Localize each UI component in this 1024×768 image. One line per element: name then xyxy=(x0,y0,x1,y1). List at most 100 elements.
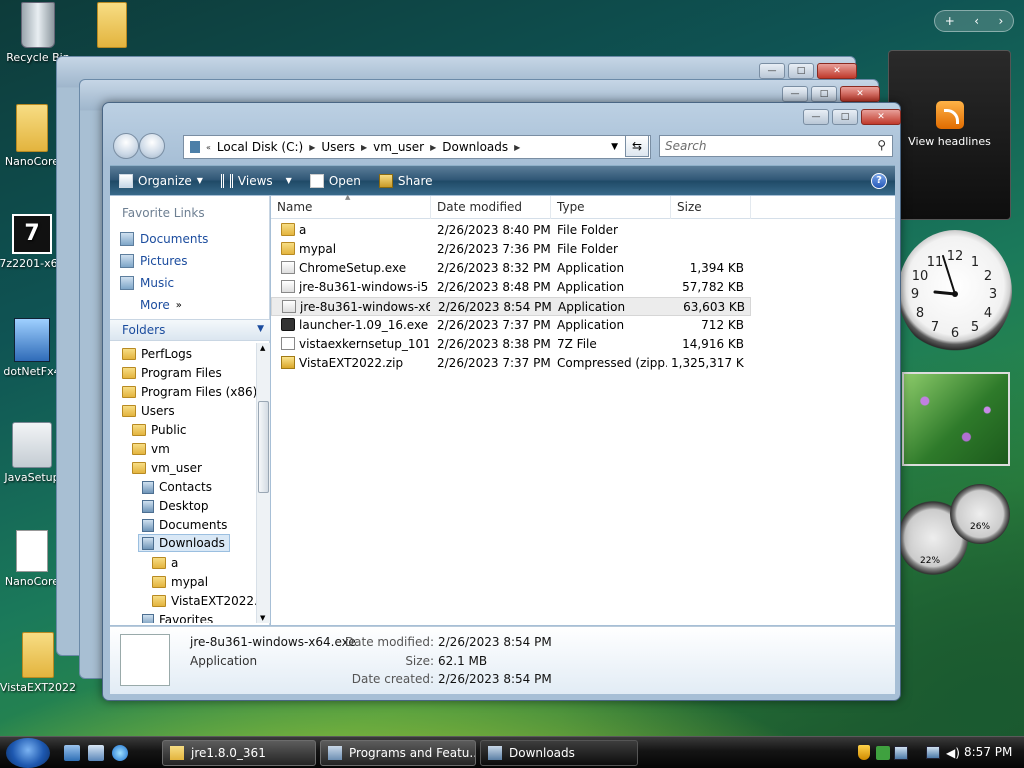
breadcrumb-item[interactable]: vm_user xyxy=(367,140,430,154)
slideshow-gadget[interactable] xyxy=(902,372,1010,466)
search-input[interactable]: Search ⚲ xyxy=(659,135,893,157)
clock-number: 3 xyxy=(989,287,997,302)
tree-item-program-files[interactable]: Program Files xyxy=(122,364,222,382)
column-header-size[interactable]: Size xyxy=(671,196,751,219)
file-row[interactable]: ChromeSetup.exe 2/26/2023 8:32 PM Applicat… xyxy=(271,259,751,278)
minimize-button[interactable]: — xyxy=(759,63,785,79)
scroll-down-icon[interactable]: ▼ xyxy=(260,614,265,622)
display-icon[interactable] xyxy=(926,746,940,759)
start-button[interactable] xyxy=(6,738,50,768)
clock-number: 1 xyxy=(971,255,979,270)
clock-number: 9 xyxy=(911,287,919,302)
desktop-icon-folder[interactable] xyxy=(70,2,154,51)
tree-item-vm-user[interactable]: vm_user xyxy=(132,459,202,477)
column-header-type[interactable]: Type xyxy=(551,196,671,219)
minimize-button[interactable]: — xyxy=(782,86,808,102)
file-type: Compressed (zipp... xyxy=(557,356,667,370)
tree-item-program-files-x86[interactable]: Program Files (x86) xyxy=(122,383,256,401)
favorite-link-documents[interactable]: Documents xyxy=(120,232,208,246)
help-icon[interactable]: ? xyxy=(871,173,887,189)
scroll-up-icon[interactable]: ▲ xyxy=(260,344,265,352)
file-row[interactable]: mypal 2/26/2023 7:36 PM File Folder xyxy=(271,240,751,259)
close-button[interactable]: ✕ xyxy=(817,63,857,79)
update-icon[interactable] xyxy=(876,746,890,760)
taskbar-item-programs[interactable]: Programs and Featu... xyxy=(320,740,476,766)
tree-item-favorites[interactable]: Favorites xyxy=(142,611,213,623)
next-page-button[interactable]: › xyxy=(998,14,1003,28)
previous-page-button[interactable]: ‹ xyxy=(974,14,979,28)
file-row[interactable]: a 2/26/2023 8:40 PM File Folder xyxy=(271,221,751,240)
feed-headlines-gadget[interactable]: View headlines xyxy=(888,50,1011,220)
close-button[interactable]: ✕ xyxy=(861,109,901,125)
recycle-bin-icon xyxy=(21,2,55,48)
tree-item-a[interactable]: a xyxy=(152,554,178,572)
switch-windows-icon[interactable] xyxy=(88,745,104,761)
close-button[interactable]: ✕ xyxy=(840,86,880,102)
chevron-down-icon: ▼ xyxy=(285,176,292,185)
tree-item-label: vm_user xyxy=(151,461,202,475)
column-header-name[interactable]: Name ▲ xyxy=(271,193,431,219)
maximize-button[interactable]: □ xyxy=(832,109,858,125)
file-type: File Folder xyxy=(557,242,618,256)
address-bar[interactable]: « Local Disk (C:) ▶ Users ▶ vm_user ▶ Do… xyxy=(183,135,651,159)
taskbar-item-downloads[interactable]: Downloads xyxy=(480,740,638,766)
tree-item-desktop[interactable]: Desktop xyxy=(142,497,209,515)
minimize-button[interactable]: — xyxy=(803,109,829,125)
tree-item-vm[interactable]: vm xyxy=(132,440,170,458)
tree-item-mypal[interactable]: mypal xyxy=(152,573,208,591)
add-gadget-button[interactable]: + xyxy=(945,14,955,28)
maximize-button[interactable]: □ xyxy=(811,86,837,102)
desktop-icon-recycle-bin[interactable]: Recycle Bin xyxy=(0,2,80,64)
maximize-button[interactable]: □ xyxy=(788,63,814,79)
back-button[interactable] xyxy=(113,133,139,159)
breadcrumb-item[interactable]: Local Disk (C:) xyxy=(211,140,309,154)
security-shield-icon[interactable] xyxy=(858,745,870,760)
column-header-date[interactable]: Date modified xyxy=(431,196,551,219)
tree-item-contacts[interactable]: Contacts xyxy=(142,478,212,496)
search-placeholder: Search xyxy=(665,139,707,153)
application-icon xyxy=(281,261,295,274)
taskbar-item-jre[interactable]: jre1.8.0_361 xyxy=(162,740,316,766)
folders-header[interactable]: Folders ▼ xyxy=(110,319,270,341)
file-row[interactable]: jre-8u361-windows-i58... 2/26/2023 8:48 P… xyxy=(271,278,751,297)
internet-explorer-icon[interactable] xyxy=(112,745,128,761)
open-button[interactable]: Open xyxy=(301,166,370,195)
organize-button[interactable]: Organize ▼ xyxy=(110,166,212,195)
favorite-link-music[interactable]: Music xyxy=(120,276,174,290)
file-row[interactable]: launcher-1.09_16.exe 2/26/2023 7:37 PM App… xyxy=(271,316,751,335)
feed-headlines-label: View headlines xyxy=(908,135,991,148)
chevron-right-icon[interactable]: ▶ xyxy=(514,143,520,152)
search-icon[interactable]: ⚲ xyxy=(877,138,886,152)
network-icon[interactable] xyxy=(894,746,908,760)
tree-item-vistaext2022[interactable]: VistaEXT2022.z xyxy=(152,592,256,610)
tree-item-documents[interactable]: Documents xyxy=(142,516,227,534)
breadcrumb-item[interactable]: Users xyxy=(315,140,361,154)
volume-icon[interactable]: ◀) xyxy=(946,746,960,760)
open-label: Open xyxy=(328,173,361,188)
scrollbar-thumb[interactable] xyxy=(258,401,269,493)
file-size: 57,782 KB xyxy=(682,280,744,294)
file-row[interactable]: jre-8u361-windows-x6... 2/26/2023 8:54 PM… xyxy=(271,297,751,316)
favorite-link-pictures[interactable]: Pictures xyxy=(120,254,188,268)
tree-item-perflogs[interactable]: PerfLogs xyxy=(122,345,192,363)
refresh-button[interactable]: ⇆ xyxy=(625,135,649,157)
show-desktop-icon[interactable] xyxy=(64,745,80,761)
file-type: Application xyxy=(558,300,626,314)
tree-item-downloads[interactable]: Downloads xyxy=(138,534,230,552)
clock-number: 10 xyxy=(912,269,929,284)
forward-button[interactable] xyxy=(139,133,165,159)
tree-item-public[interactable]: Public xyxy=(132,421,187,439)
application-icon xyxy=(281,280,295,293)
tree-scrollbar[interactable]: ▲ ▼ xyxy=(256,343,270,623)
breadcrumb-item[interactable]: Downloads xyxy=(436,140,514,154)
file-row[interactable]: vistaexkernsetup_1019... 2/26/2023 8:38 P… xyxy=(271,335,751,354)
file-row[interactable]: VistaEXT2022.zip 2/26/2023 7:37 PM Compres… xyxy=(271,354,751,373)
dropdown-arrow-icon[interactable]: ▼ xyxy=(611,142,618,152)
favorite-link-more[interactable]: More » xyxy=(140,298,182,312)
views-button[interactable]: Views ▼ xyxy=(212,166,301,195)
tree-item-users[interactable]: Users xyxy=(122,402,175,420)
column-headers: Name ▲ Date modified Type Size xyxy=(271,193,895,219)
file-date: 2/26/2023 8:54 PM xyxy=(438,300,552,314)
share-button[interactable]: Share xyxy=(370,166,442,195)
clock-time[interactable]: 8:57 PM xyxy=(964,745,1012,759)
